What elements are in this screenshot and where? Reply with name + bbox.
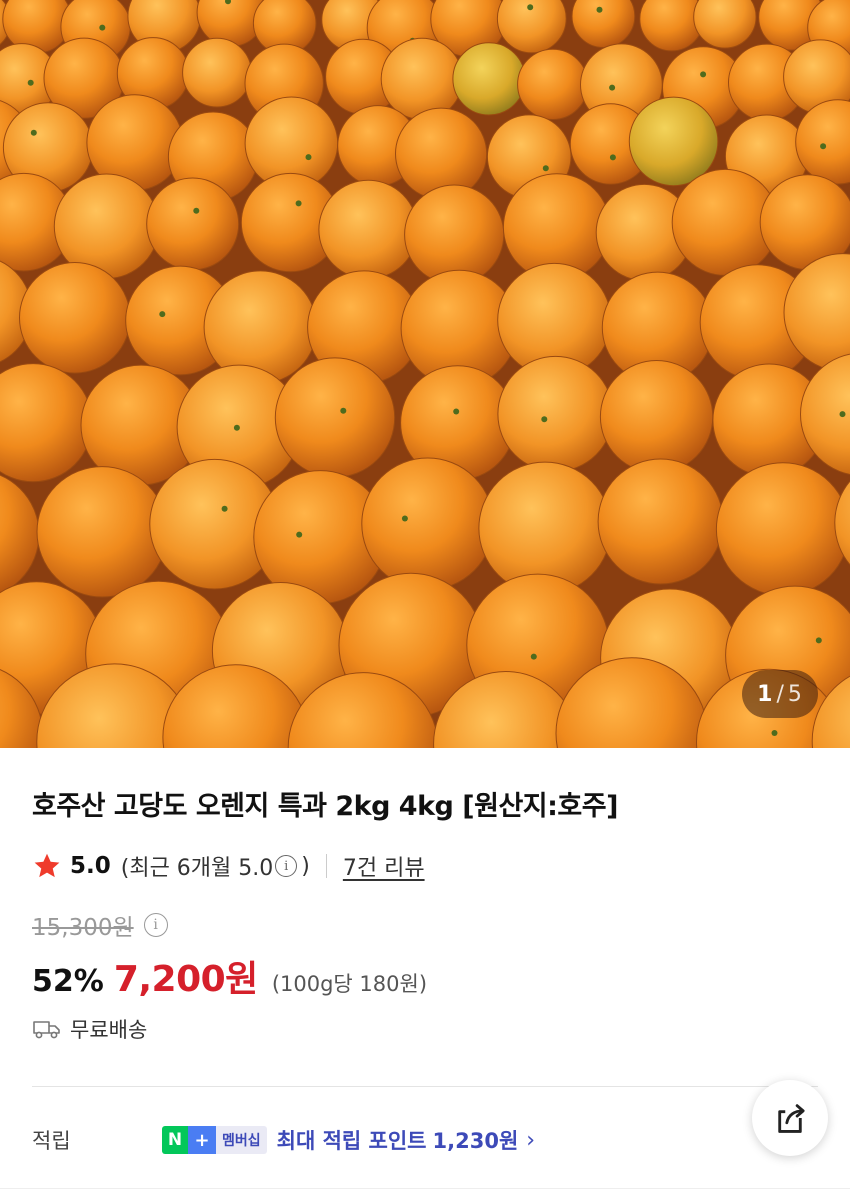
original-price-row: 15,300원 i	[32, 908, 172, 942]
orange-fruit	[628, 96, 719, 187]
rating-recent-text: (최근 6개월 5.0	[120, 856, 274, 881]
image-counter-total: 5	[787, 681, 803, 707]
bottom-divider	[0, 1188, 850, 1189]
orange-stem	[233, 424, 240, 431]
orange-fruit	[380, 37, 464, 121]
points-amount: 1,230원	[432, 1129, 519, 1153]
rating-recent-close: )	[301, 853, 310, 879]
shipping-text: 무료배송	[70, 1018, 148, 1042]
orange-stem	[295, 200, 302, 207]
section-divider	[32, 1086, 818, 1087]
rating-recent: (최근 6개월 5.0 i )	[121, 850, 310, 882]
image-counter: 1 / 5	[742, 670, 818, 718]
info-icon[interactable]: i	[275, 855, 298, 877]
orange-stem	[542, 165, 549, 172]
orange-fruit	[274, 357, 396, 478]
orange-stem	[27, 79, 34, 86]
orange-fruit	[452, 42, 526, 116]
orange-stem	[193, 207, 200, 214]
share-icon	[778, 1104, 805, 1133]
orange-stem	[609, 84, 616, 91]
orange-stem	[541, 416, 548, 423]
orange-stem	[305, 154, 312, 161]
orange-stem	[221, 505, 228, 512]
orange-stem	[159, 311, 166, 318]
orange-stem	[30, 129, 37, 136]
star-icon	[34, 853, 60, 878]
product-image[interactable]: 1 / 5	[0, 0, 850, 748]
reviews-link[interactable]: 7건 리뷰	[343, 850, 425, 882]
orange-fruit	[318, 179, 419, 280]
orange-stem	[771, 730, 778, 736]
orange-fruit	[361, 457, 495, 591]
orange-stem	[401, 515, 408, 522]
orange-fruit	[19, 262, 131, 374]
orange-fruit	[36, 466, 168, 598]
sale-price: 7,200원	[113, 959, 259, 1000]
price-row: 52% 7,200원 (100g당 180원)	[32, 950, 427, 1002]
rating-score: 5.0	[70, 853, 111, 879]
orange-fruit	[404, 184, 505, 285]
chevron-right-icon: ›	[526, 1127, 536, 1153]
rating-row: 5.0 (최근 6개월 5.0 i ) 7건 리뷰	[32, 848, 425, 884]
orange-fruit	[395, 107, 488, 200]
image-counter-current: 1	[757, 681, 774, 707]
truck-icon	[33, 1021, 60, 1039]
orange-fruit	[146, 177, 240, 271]
orange-stem	[296, 531, 303, 538]
points-text: 최대 적립 포인트	[276, 1129, 427, 1153]
orange-fruit	[597, 458, 724, 585]
orange-stem	[453, 408, 460, 415]
orange-fruit	[715, 462, 850, 597]
orange-stem	[340, 407, 347, 414]
share-button[interactable]	[752, 1080, 828, 1156]
points-label: 적립	[32, 1129, 71, 1153]
orange-stem	[609, 154, 616, 161]
product-title: 호주산 고당도 오렌지 특과 2kg 4kg [원산지:호주]	[32, 791, 618, 822]
points-row[interactable]: 적립 N + 멤버십 최대 적립 포인트 1,230원 ›	[32, 1122, 732, 1158]
original-price: 15,300원	[32, 915, 134, 941]
naver-membership-badge: N + 멤버십	[162, 1126, 267, 1154]
points-link[interactable]: 최대 적립 포인트 1,230원 ›	[277, 1125, 535, 1155]
price-info-icon[interactable]: i	[143, 913, 168, 937]
orange-stem	[530, 653, 537, 660]
oranges-photo	[0, 0, 850, 748]
rating-divider	[325, 854, 327, 878]
orange-stem	[596, 6, 603, 13]
orange-stem	[700, 71, 707, 78]
unit-price: (100g당 180원)	[271, 972, 428, 996]
orange-fruit	[497, 355, 614, 473]
orange-fruit	[599, 360, 714, 474]
orange-fruit	[517, 48, 589, 120]
badge-plus: +	[188, 1126, 216, 1154]
badge-membership: 멤버십	[216, 1126, 267, 1154]
badge-n: N	[162, 1126, 188, 1154]
discount-rate: 52%	[32, 964, 104, 999]
orange-stem	[527, 4, 534, 11]
orange-fruit	[182, 37, 252, 108]
orange-stem	[99, 24, 106, 31]
orange-stem	[815, 637, 822, 644]
shipping-row: 무료배송	[32, 1014, 147, 1044]
image-counter-separator: /	[776, 681, 785, 707]
orange-stem	[820, 143, 827, 150]
orange-stem	[839, 411, 846, 418]
orange-fruit	[203, 270, 318, 385]
